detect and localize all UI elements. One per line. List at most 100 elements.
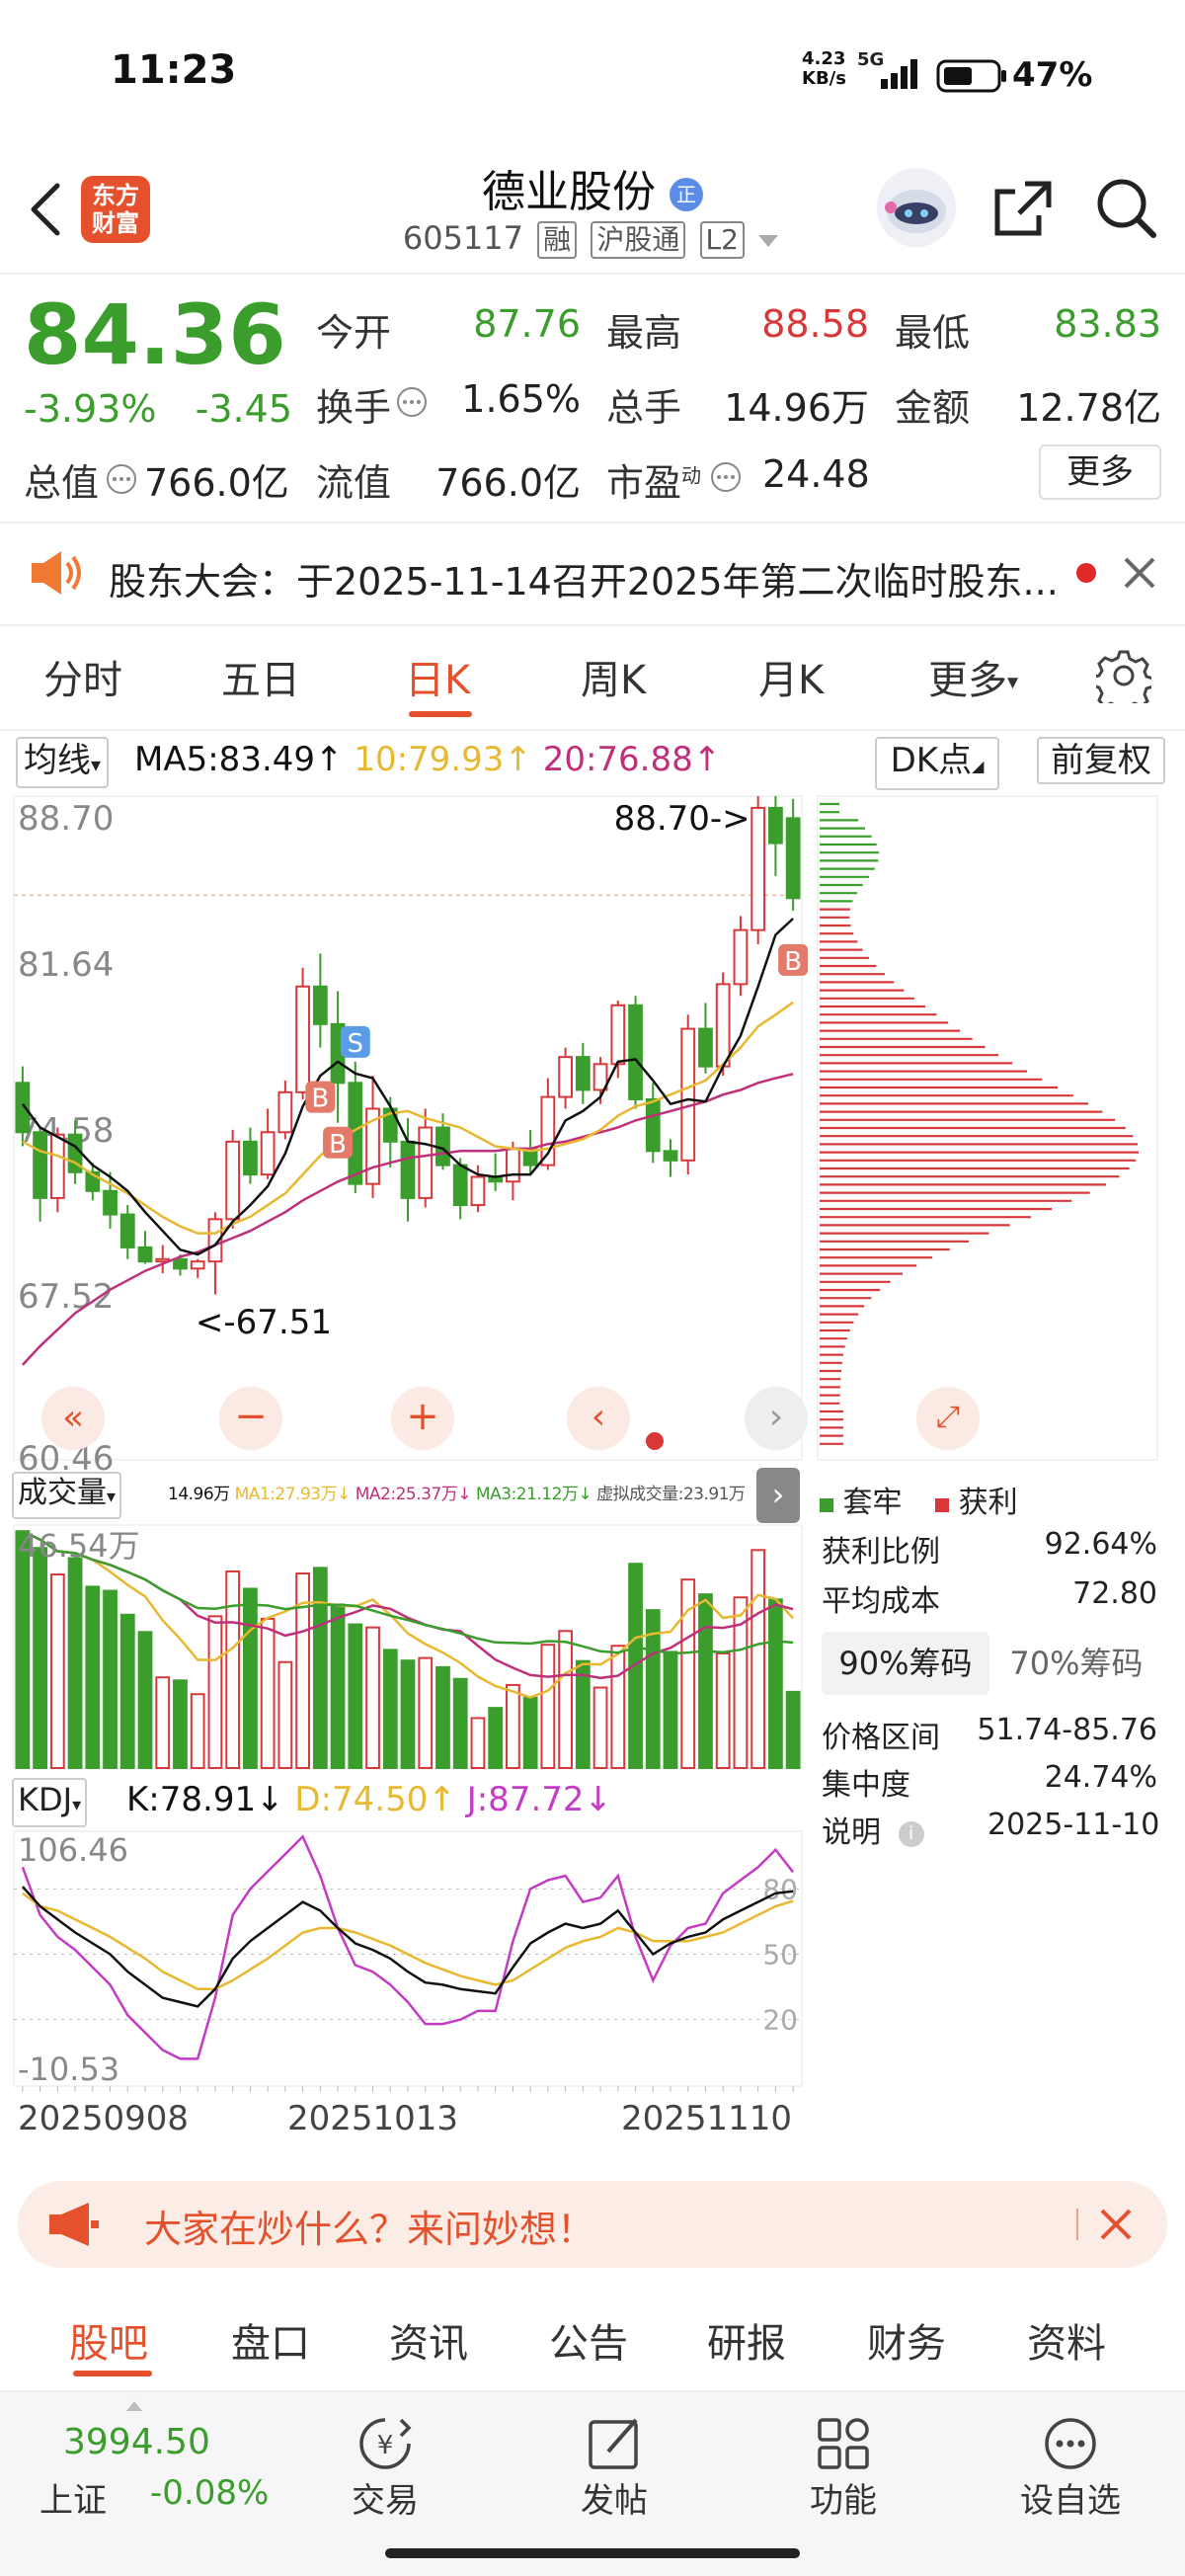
low-label: 最低 xyxy=(895,311,971,355)
candle-body xyxy=(260,1131,276,1176)
y-tick-label: 81.64 xyxy=(18,945,114,985)
tab-forum[interactable]: 股吧 xyxy=(69,2311,148,2369)
caret-down-icon: ▾ xyxy=(107,1487,117,1507)
dropdown-icon xyxy=(754,221,782,259)
more-dots-icon xyxy=(1041,2414,1100,2473)
kdj-top-label: 106.46 xyxy=(18,1831,128,1869)
unread-dot xyxy=(1076,563,1096,583)
tab-monthly-k[interactable]: 月K xyxy=(758,648,824,705)
notice-text[interactable]: 股东大会：于2025-11-14召开2025年第二次临时股东... xyxy=(109,551,1057,605)
volume-bar xyxy=(785,1690,801,1769)
index-change[interactable]: -0.08% xyxy=(150,2473,269,2513)
candle-body xyxy=(312,985,328,1025)
tab-daily-k[interactable]: 日K xyxy=(405,648,470,705)
battery-icon xyxy=(936,59,1007,93)
candle-body xyxy=(173,1257,188,1270)
index-value[interactable]: 3994.50 xyxy=(63,2422,210,2462)
scroll-left-button[interactable]: ‹ xyxy=(567,1387,630,1450)
tab-financials[interactable]: 财务 xyxy=(867,2311,946,2369)
volume-bar xyxy=(190,1693,205,1769)
tab-order-book[interactable]: 盘口 xyxy=(231,2311,310,2369)
scroll-right-button[interactable]: › xyxy=(745,1387,808,1450)
caret-down-icon: ▾ xyxy=(72,1795,82,1815)
functions-button[interactable]: 功能 xyxy=(764,2410,922,2529)
info-dots-icon[interactable] xyxy=(709,460,743,494)
candle-body xyxy=(680,1027,696,1162)
zoom-out-button[interactable]: − xyxy=(219,1387,282,1450)
amount-label: 金额 xyxy=(895,386,971,430)
tab-chip-90[interactable]: 90%筹码 xyxy=(822,1632,989,1695)
info-dots-icon[interactable] xyxy=(395,385,429,419)
status-time: 11:23 xyxy=(111,47,237,93)
megaphone-icon xyxy=(43,2199,101,2250)
active-tab-indicator xyxy=(409,711,472,717)
turnover-value: 1.65% xyxy=(461,377,581,421)
fullscreen-button[interactable]: ⤢ xyxy=(916,1387,980,1450)
mktcap-label: 总值 xyxy=(24,461,100,505)
candle-body xyxy=(190,1260,205,1270)
tab-intraday[interactable]: 分时 xyxy=(43,648,122,705)
volume-select[interactable]: 成交量▾ xyxy=(12,1472,122,1519)
tab-profile[interactable]: 资料 xyxy=(1027,2311,1106,2369)
post-label: 发帖 xyxy=(581,2481,648,2521)
volume-bar xyxy=(488,1707,504,1769)
kdj-level-label: 20 xyxy=(762,2004,798,2037)
signal-dot xyxy=(646,1432,664,1450)
volume-bar xyxy=(470,1717,486,1769)
candle-body xyxy=(506,1147,520,1183)
volume-bar xyxy=(15,1530,31,1770)
scroll-left-fast-button[interactable]: « xyxy=(41,1387,105,1450)
search-icon[interactable] xyxy=(1094,176,1157,239)
close-icon[interactable] xyxy=(1120,553,1159,593)
caret-up-icon xyxy=(126,2396,142,2411)
tab-chip-70[interactable]: 70%筹码 xyxy=(997,1632,1155,1695)
tab-announcements[interactable]: 公告 xyxy=(549,2311,628,2369)
concentration-value: 24.74% xyxy=(1044,1760,1157,1795)
close-icon[interactable] xyxy=(1096,2205,1136,2244)
info-dots-icon[interactable] xyxy=(105,462,138,496)
active-tab-indicator xyxy=(73,2371,152,2376)
edit-icon xyxy=(585,2414,644,2473)
signal-icon xyxy=(859,57,920,91)
add-watchlist-button[interactable]: 设自选 xyxy=(991,2410,1149,2529)
kdj-bottom-label: -10.53 xyxy=(18,2051,119,2088)
share-icon[interactable] xyxy=(991,176,1055,239)
stock-name-text: 德业股份 xyxy=(482,167,656,217)
grid-icon xyxy=(814,2414,873,2473)
volume-bar xyxy=(768,1598,783,1769)
float-label: 流值 xyxy=(316,461,392,505)
candle-body xyxy=(225,1140,241,1221)
trade-button[interactable]: ¥ 交易 xyxy=(306,2410,464,2529)
volume-bar xyxy=(155,1676,171,1770)
chevron-right-icon: › xyxy=(771,1476,785,1513)
post-button[interactable]: 发帖 xyxy=(535,2410,693,2529)
price-range-value: 51.74-85.76 xyxy=(977,1713,1157,1747)
tab-weekly-k[interactable]: 周K xyxy=(581,648,646,705)
tab-research[interactable]: 研报 xyxy=(707,2311,786,2369)
y-tick-label: 88.70 xyxy=(18,799,114,839)
tab-more[interactable]: 更多▾ xyxy=(928,648,1018,705)
candle-body xyxy=(277,1090,293,1134)
ai-banner[interactable]: 大家在炒什么？来问妙想！ xyxy=(18,2181,1167,2268)
volume-bar xyxy=(33,1547,47,1769)
index-name[interactable]: 上证 xyxy=(40,2473,107,2522)
volume-select-label: 成交量 xyxy=(18,1476,107,1510)
minus-icon: − xyxy=(234,1394,268,1439)
info-icon[interactable]: i xyxy=(898,1820,924,1847)
tab-five-day[interactable]: 五日 xyxy=(221,648,300,705)
assistant-avatar[interactable] xyxy=(877,168,956,247)
more-button[interactable]: 更多 xyxy=(1039,444,1161,500)
zoom-in-button[interactable]: + xyxy=(391,1387,454,1450)
settings-gear-icon[interactable] xyxy=(1090,648,1155,715)
connect-tag: 沪股通 xyxy=(591,221,686,259)
kline-chart-area[interactable]: 88.7081.6474.5867.5260.4688.70-><-67.51B… xyxy=(0,780,1185,2163)
add-watchlist-label: 设自选 xyxy=(1020,2481,1121,2521)
kdj-select[interactable]: KDJ▾ xyxy=(12,1778,88,1827)
candle-body xyxy=(49,1133,65,1199)
volume-bar xyxy=(522,1696,538,1769)
pe-label-text: 市盈 xyxy=(606,461,682,505)
adjust-select[interactable]: 前复权 xyxy=(1037,737,1165,784)
profit-ratio-value: 92.64% xyxy=(1044,1527,1157,1562)
tab-news[interactable]: 资讯 xyxy=(389,2311,468,2369)
expand-panel-button[interactable]: › xyxy=(756,1468,800,1523)
